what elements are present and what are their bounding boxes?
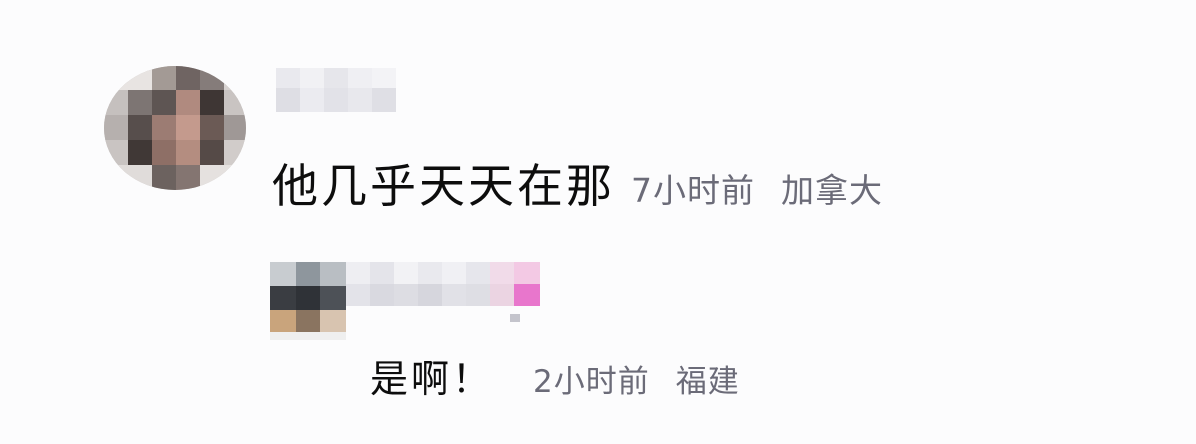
reply-row: 是啊！ 2小时前 福建 — [370, 348, 740, 403]
replier-avatar[interactable] — [270, 262, 346, 340]
replier-username[interactable] — [346, 262, 542, 324]
commenter-avatar[interactable] — [104, 66, 246, 190]
comment-row: 他几乎天天在那 7小时前 加拿大 — [272, 150, 883, 216]
reply-timestamp: 2小时前 — [533, 364, 650, 400]
comment-thread: 他几乎天天在那 7小时前 加拿大 是啊！ 2小时前 福建 — [0, 0, 1196, 444]
comment-text[interactable]: 他几乎天天在那 — [272, 150, 615, 216]
reply-location: 福建 — [675, 364, 740, 400]
comment-location: 加拿大 — [781, 171, 883, 210]
comment-timestamp: 7小时前 — [631, 171, 755, 210]
reply-text[interactable]: 是啊！ — [370, 348, 493, 403]
commenter-username[interactable] — [276, 68, 400, 114]
